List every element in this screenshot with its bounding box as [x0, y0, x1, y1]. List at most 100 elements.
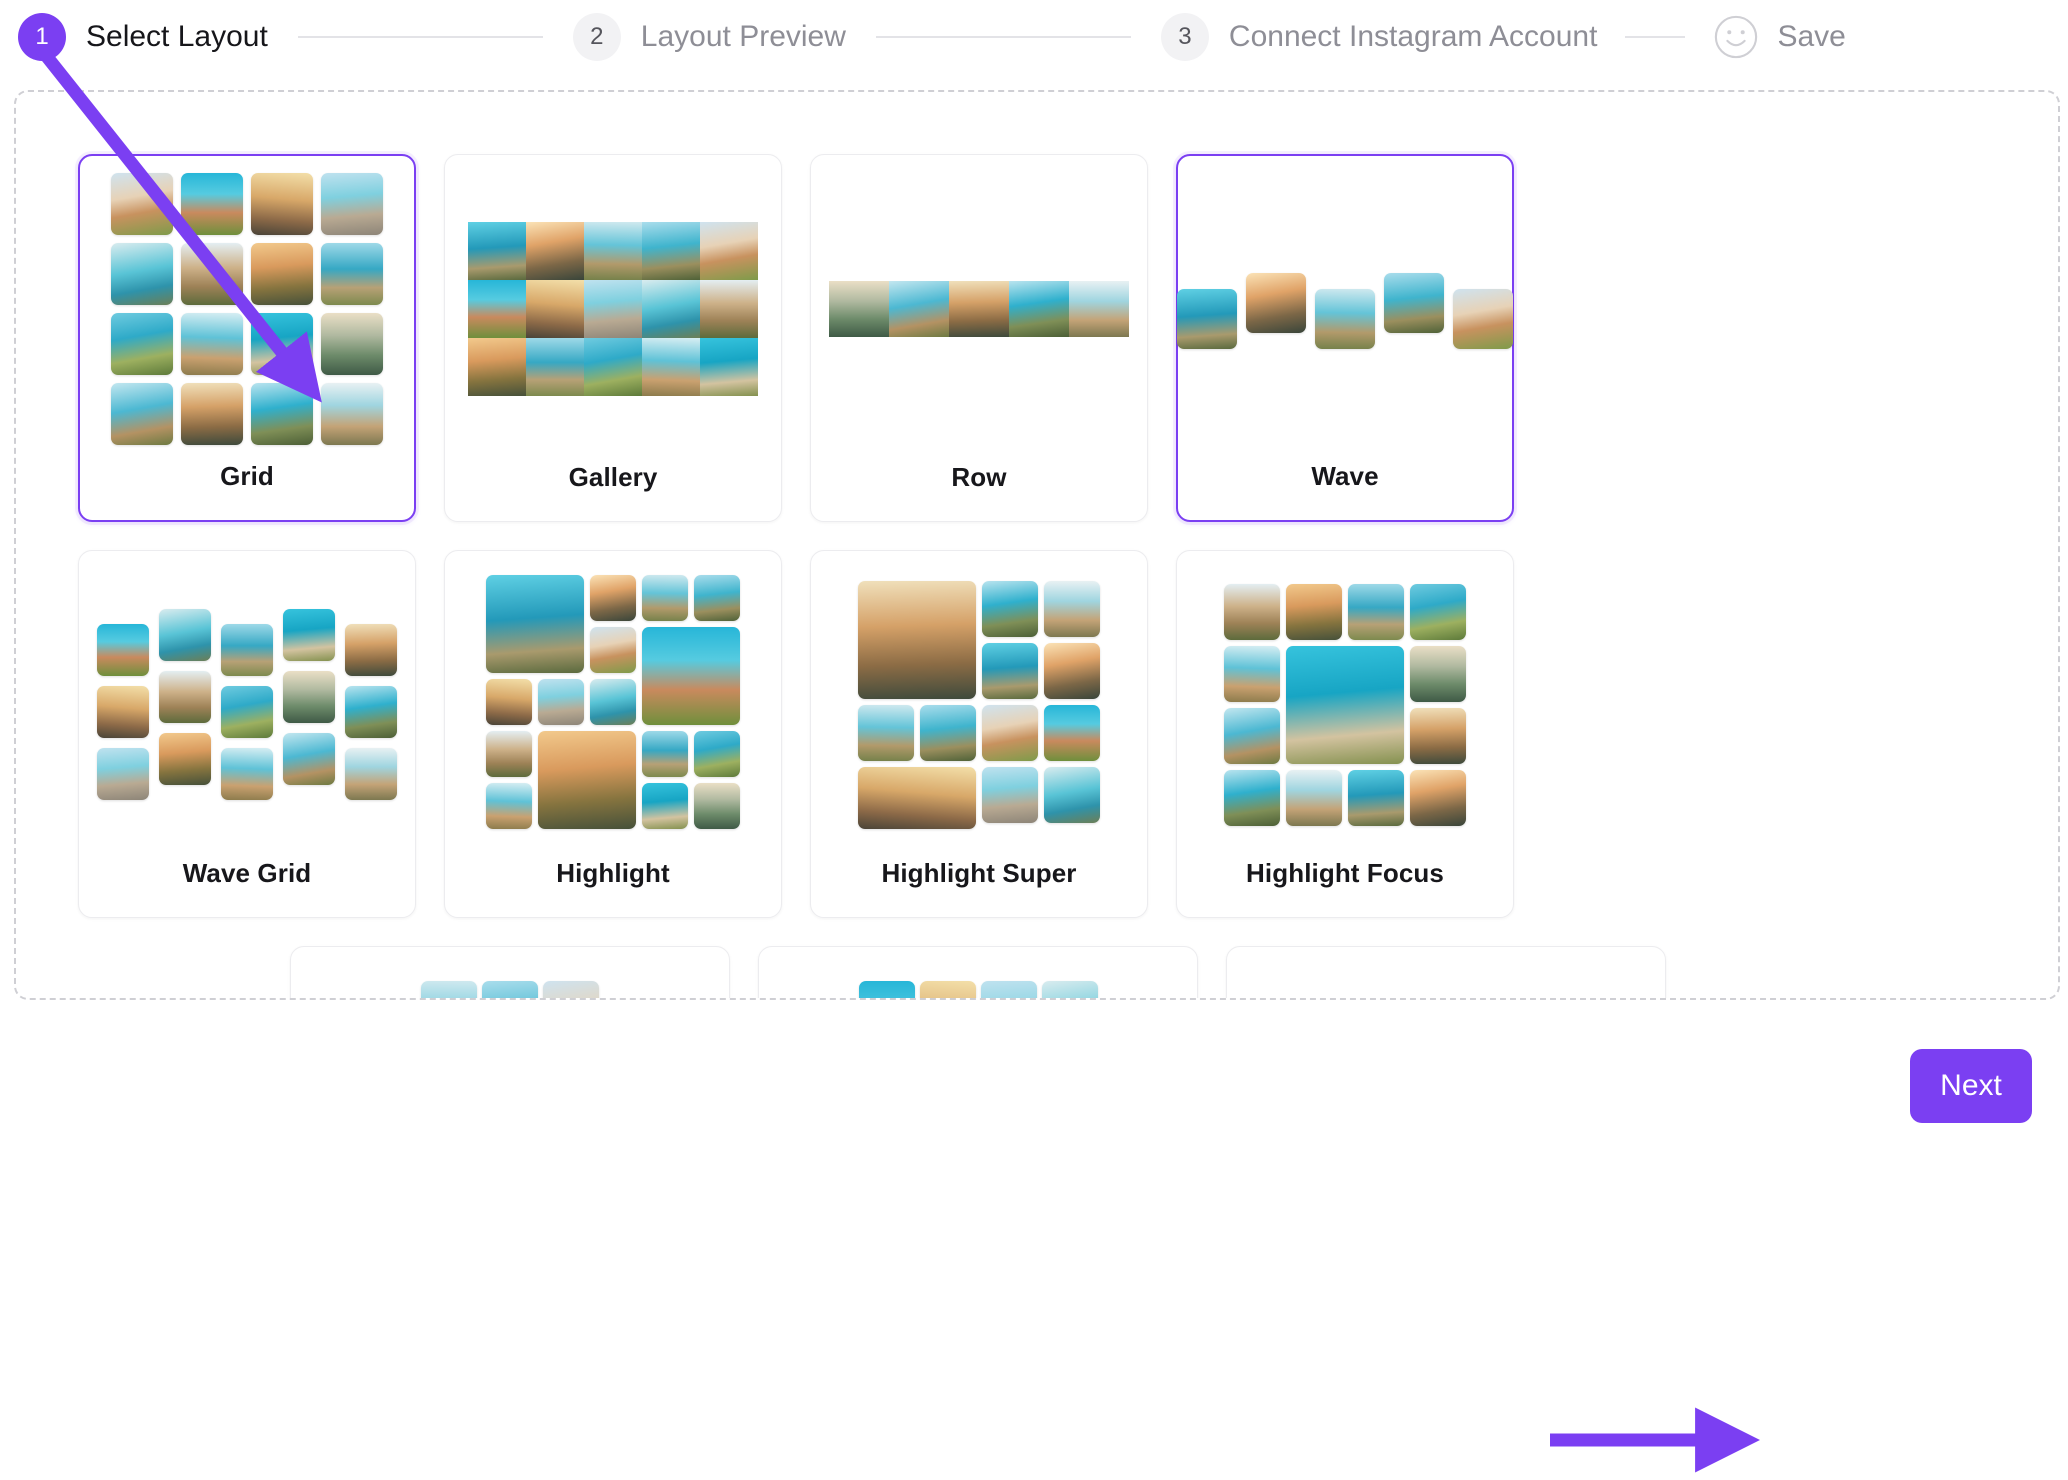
step-1-number: 1: [18, 13, 66, 61]
layout-preview-thumbnail: [642, 221, 700, 280]
layout-preview-thumbnail: [486, 782, 532, 829]
layout-preview-thumbnail: [858, 704, 914, 761]
layout-preview-thumbnail: [538, 678, 584, 725]
step-3-label: Connect Instagram Account: [1228, 20, 1598, 53]
layout-preview-thumbnail: [321, 172, 383, 235]
layout-preview-thumbnail: [181, 312, 243, 375]
layout-card-highlight[interactable]: Highlight: [444, 550, 782, 918]
layout-card-grid-label: Grid: [220, 461, 274, 491]
step-4-save[interactable]: Save: [1713, 14, 1846, 60]
layout-preview-thumbnail: [584, 337, 642, 396]
layout-preview-thumbnail: [1286, 645, 1404, 764]
stepper-connector-1: [297, 36, 543, 38]
layout-card-gallery[interactable]: Gallery: [444, 154, 782, 522]
layout-preview-thumbnail: [590, 626, 636, 673]
layout-preview-thumbnail: [111, 172, 173, 235]
layout-preview-thumbnail: [1384, 272, 1444, 333]
layout-preview-wave: [1177, 156, 1513, 461]
layout-preview-thumbnail: [642, 574, 688, 621]
layout-preview-column: [283, 609, 335, 800]
layout-preview-thumbnail: [486, 730, 532, 777]
layout-preview-thumbnail: [1224, 583, 1280, 640]
step-2-layout-preview[interactable]: 2 Layout Preview: [572, 13, 846, 61]
layout-preview-thumbnail: [858, 580, 976, 699]
layout-card-highlight-focus[interactable]: Highlight Focus: [1176, 550, 1514, 918]
layout-preview-thumbnail: [321, 312, 383, 375]
layout-preview-thumbnail: [982, 580, 1038, 637]
layout-preview-column: [221, 624, 273, 800]
layout-card-wave-grid-label: Wave Grid: [182, 858, 312, 888]
layout-preview-highlight-focus: [1177, 551, 1513, 858]
next-button[interactable]: Next: [1910, 1049, 2032, 1123]
layout-preview-thumbnail: [590, 678, 636, 725]
layout-preview-thumbnail: [980, 981, 1037, 998]
smiley-icon: [1715, 15, 1758, 59]
annotation-arrow-to-next: [1550, 1407, 1761, 1473]
layout-preview-thumbnail: [97, 686, 149, 738]
layout-preview-thumbnail: [468, 337, 526, 396]
layout-preview-wave-grid: [79, 551, 415, 858]
layout-preview-thumbnail: [283, 733, 335, 785]
step-1-select-layout[interactable]: 1 Select Layout: [18, 13, 268, 61]
step-3-connect-instagram[interactable]: 3 Connect Instagram Account: [1160, 13, 1598, 61]
layout-card-wave-grid[interactable]: Wave Grid: [78, 550, 416, 918]
layout-preview-thumbnail: [1410, 769, 1466, 826]
layout-preview-thumbnail: [321, 242, 383, 305]
layout-preview-thumbnail: [468, 279, 526, 338]
layout-preview-thumbnail: [694, 730, 740, 777]
layout-card-partial-2[interactable]: [758, 946, 1198, 998]
layout-preview-thumbnail: [482, 981, 538, 998]
stepper-connector-3: [1625, 36, 1686, 38]
step-3-number: 3: [1160, 13, 1209, 61]
layout-preview-thumbnail: [283, 671, 335, 723]
layout-preview-thumbnail: [982, 704, 1038, 761]
layout-preview-thumbnail: [1224, 769, 1280, 826]
layout-preview-thumbnail: [97, 624, 149, 676]
layout-preview-thumbnail: [321, 382, 383, 445]
layout-preview-thumbnail: [584, 279, 642, 338]
layout-preview-thumbnail: [1044, 704, 1100, 761]
layout-preview-thumbnail: [858, 766, 976, 829]
step-2-number: 2: [572, 13, 621, 61]
layout-preview-thumbnail: [1315, 288, 1375, 349]
layout-cards-row-2: Wave Grid Highlight Highlight Super High…: [78, 550, 1996, 918]
layout-card-grid[interactable]: Grid: [78, 154, 416, 522]
panel-footer: Next: [14, 1006, 2060, 1166]
layout-preview-thumbnail: [1410, 645, 1466, 702]
layout-preview-thumbnail: [251, 242, 313, 305]
layout-preview-thumbnail: [221, 748, 273, 800]
layout-card-highlight-super[interactable]: Highlight Super: [810, 550, 1148, 918]
layout-preview-thumbnail: [1286, 769, 1342, 826]
layout-preview-thumbnail: [421, 981, 477, 998]
layout-preview-thumbnail: [97, 748, 149, 800]
layout-preview-column: [345, 624, 397, 800]
layout-preview-thumbnail: [159, 609, 211, 661]
layout-preview-thumbnail: [111, 382, 173, 445]
layout-preview-thumbnail: [889, 280, 949, 337]
layout-preview-thumbnail: [642, 279, 700, 338]
layout-preview-thumbnail: [486, 678, 532, 725]
layout-preview-thumbnail: [526, 337, 584, 396]
layout-preview-thumbnail: [159, 733, 211, 785]
layout-preview-thumbnail: [1246, 272, 1306, 333]
layout-preview-thumbnail: [694, 574, 740, 621]
layout-preview-thumbnail: [345, 748, 397, 800]
layout-preview-thumbnail: [181, 172, 243, 235]
layout-card-row[interactable]: Row: [810, 154, 1148, 522]
step-4-label: Save: [1777, 20, 1846, 53]
layout-preview-gallery: [445, 155, 781, 462]
layout-preview-thumbnail: [181, 382, 243, 445]
layout-preview-thumbnail: [468, 221, 526, 280]
layout-card-wave[interactable]: Wave: [1176, 154, 1514, 522]
wizard-stepper: 1 Select Layout 2 Layout Preview 3 Conne…: [0, 0, 2068, 74]
layout-preview-thumbnail: [642, 626, 740, 725]
layout-preview-thumbnail: [1348, 769, 1404, 826]
layout-preview-thumbnail: [590, 574, 636, 621]
layout-preview-thumbnail: [642, 730, 688, 777]
layout-preview-thumbnail: [526, 221, 584, 280]
layout-card-partial-3[interactable]: [1226, 946, 1666, 998]
layout-preview-thumbnail: [1348, 583, 1404, 640]
layout-preview-column: [97, 624, 149, 800]
layout-preview-thumbnail: [858, 981, 915, 998]
layout-card-partial-1[interactable]: [290, 946, 730, 998]
